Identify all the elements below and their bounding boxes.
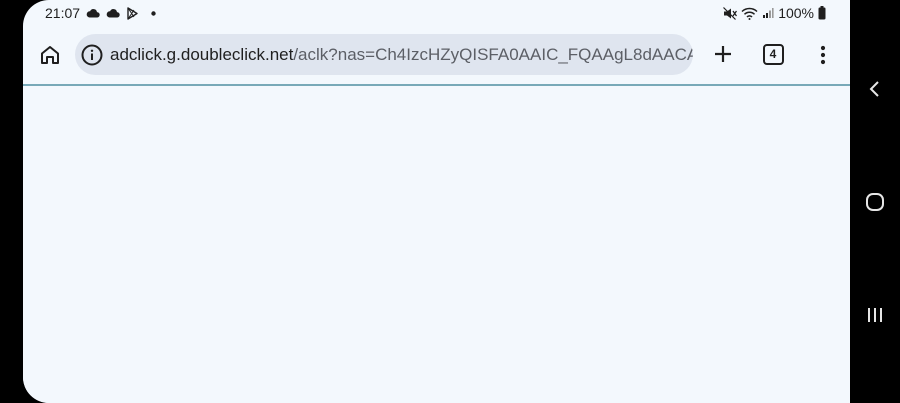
back-chevron-icon xyxy=(869,81,879,97)
recents-button[interactable] xyxy=(860,300,890,330)
play-store-icon xyxy=(126,6,139,20)
new-tab-button[interactable] xyxy=(707,38,739,70)
recents-icon xyxy=(868,308,882,322)
home-button[interactable] xyxy=(25,31,75,79)
browser-toolbar: adclick.g.doubleclick.net/aclk?nas=Ch4Iz… xyxy=(23,26,850,84)
web-content[interactable] xyxy=(23,86,850,403)
mute-icon xyxy=(723,6,738,20)
more-vert-icon xyxy=(820,45,826,65)
tab-switcher-button[interactable]: 4 xyxy=(761,42,785,66)
dot-icon xyxy=(151,10,156,16)
wifi-icon xyxy=(741,7,758,20)
signal-icon xyxy=(762,7,774,19)
navigation-bar xyxy=(850,0,900,403)
home-icon xyxy=(41,46,59,64)
url-text[interactable]: adclick.g.doubleclick.net/aclk?nas=Ch4Iz… xyxy=(110,45,693,65)
plus-icon xyxy=(715,46,731,62)
address-bar[interactable]: adclick.g.doubleclick.net/aclk?nas=Ch4Iz… xyxy=(75,34,693,75)
phone-screen: 21:07 100% adclick.g.doubleclick.net/acl… xyxy=(23,0,850,403)
cloud-icon xyxy=(86,8,100,18)
battery-text: 100% xyxy=(778,5,814,21)
overflow-menu-button[interactable] xyxy=(813,40,833,70)
status-time: 21:07 xyxy=(45,5,81,21)
status-left: 21:07 xyxy=(23,5,156,21)
url-host: adclick.g.doubleclick.net xyxy=(110,44,294,64)
url-path: /aclk?nas=Ch4IzcHZyQISFA0AAIC_FQAAgL8dAA… xyxy=(293,44,693,64)
tab-count: 4 xyxy=(762,43,784,65)
home-circle-icon xyxy=(866,193,884,211)
battery-icon xyxy=(818,6,826,20)
home-nav-button[interactable] xyxy=(860,187,890,217)
status-bar: 21:07 100% xyxy=(23,0,850,26)
back-button[interactable] xyxy=(860,74,890,104)
status-right: 100% xyxy=(723,5,850,21)
cloud-icon xyxy=(106,8,120,18)
info-icon[interactable] xyxy=(80,43,104,67)
